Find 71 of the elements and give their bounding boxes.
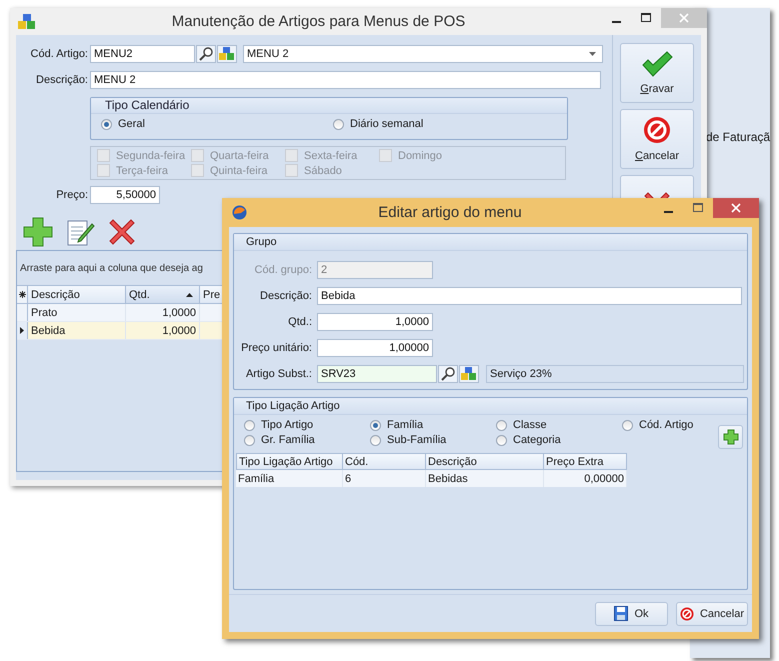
field-label: Cód. Artigo: [30, 48, 89, 60]
add-button[interactable] [718, 425, 743, 449]
column-header[interactable]: Cód. [343, 453, 426, 470]
no-entry-icon [643, 116, 671, 144]
cubes-button[interactable] [459, 365, 479, 383]
dialog-title: Editar artigo do menu [377, 204, 523, 221]
article-code-field[interactable]: SRV23 [317, 365, 437, 383]
article-description-field: Serviço 23% [486, 365, 744, 383]
table-cell: Família [236, 470, 343, 487]
search-button[interactable] [438, 365, 458, 383]
radio-option[interactable]: Sub-Família [370, 434, 496, 446]
radio-option[interactable]: Geral [101, 118, 145, 130]
asterisk-icon [18, 291, 26, 298]
maximize-icon [640, 13, 652, 23]
column-header[interactable]: Qtd. [126, 286, 200, 303]
column-header[interactable]: Tipo Ligação Artigo [236, 453, 343, 470]
description-field[interactable]: MENU 2 [90, 71, 601, 89]
name-dropdown[interactable]: MENU 2 [243, 45, 603, 63]
table-cell: 6 [343, 470, 426, 487]
close-icon [679, 13, 689, 23]
cancel-button[interactable]: Cancelar [620, 109, 694, 169]
field-label: Artigo Subst.: [244, 368, 313, 380]
sort-icon [186, 292, 193, 296]
minimize-icon [612, 20, 620, 22]
orb-icon [232, 205, 247, 220]
panel-title: Grupo [246, 236, 277, 248]
table-cell: Prato [28, 304, 126, 321]
add-button[interactable] [22, 216, 54, 248]
panel-title: Tipo Ligação Artigo [246, 400, 340, 412]
search-button[interactable] [196, 45, 216, 63]
description-field[interactable]: Bebida [317, 287, 742, 305]
cubes-icon [18, 14, 36, 30]
radio-option[interactable]: Classe [496, 419, 622, 431]
table-cell: 0,00000 [544, 470, 627, 487]
radio-option[interactable]: Cód. Artigo [622, 419, 712, 431]
column-header[interactable]: Descrição [426, 453, 544, 470]
close-icon [731, 203, 741, 213]
group-hint: Arraste para aqui a coluna que deseja ag [20, 262, 203, 274]
radio-option[interactable]: Tipo Artigo [244, 419, 370, 431]
close-button[interactable] [713, 198, 759, 218]
panel-title: Tipo Calendário [105, 98, 190, 112]
no-entry-icon [680, 606, 694, 620]
field-label: Qtd.: [287, 316, 313, 328]
code-field[interactable]: MENU2 [90, 45, 195, 63]
minimize-icon [664, 210, 672, 212]
column-header[interactable]: Preço Extra [544, 453, 627, 470]
cancel-button[interactable]: Cancelar [676, 602, 748, 626]
field-label: Preço unitário: [240, 342, 313, 354]
window-title-text: de Faturaçã [706, 130, 770, 144]
field-label: Preço: [55, 189, 89, 201]
table-cell: Bebidas [426, 470, 544, 487]
window-title: Manutenção de Artigos para Menus de POS [170, 13, 466, 30]
radio-option[interactable]: Família [370, 419, 496, 431]
number-field[interactable]: 1,0000 [317, 313, 433, 331]
radio-option[interactable]: Diário semanal [333, 118, 424, 130]
caret-icon [589, 52, 596, 56]
checkmark-icon [641, 51, 673, 77]
table-cell: 1,0000 [126, 304, 200, 321]
ok-button[interactable]: Ok [595, 602, 668, 626]
field-label: Cód. grupo: [254, 264, 313, 276]
number-field[interactable]: 1,00000 [317, 339, 433, 357]
radio-option[interactable]: Gr. Família [244, 434, 370, 446]
maximize-icon [692, 203, 704, 213]
table-cell: Bebida [28, 322, 126, 339]
save-button[interactable]: Gravar [620, 43, 694, 103]
field-label: Descrição: [259, 290, 313, 302]
radio-option[interactable]: Categoria [496, 434, 622, 446]
cubes-button[interactable] [217, 45, 237, 63]
field-label: Descrição: [35, 74, 89, 86]
price-field[interactable]: 5,50000 [90, 186, 160, 204]
table-cell: 1,0000 [126, 322, 200, 339]
